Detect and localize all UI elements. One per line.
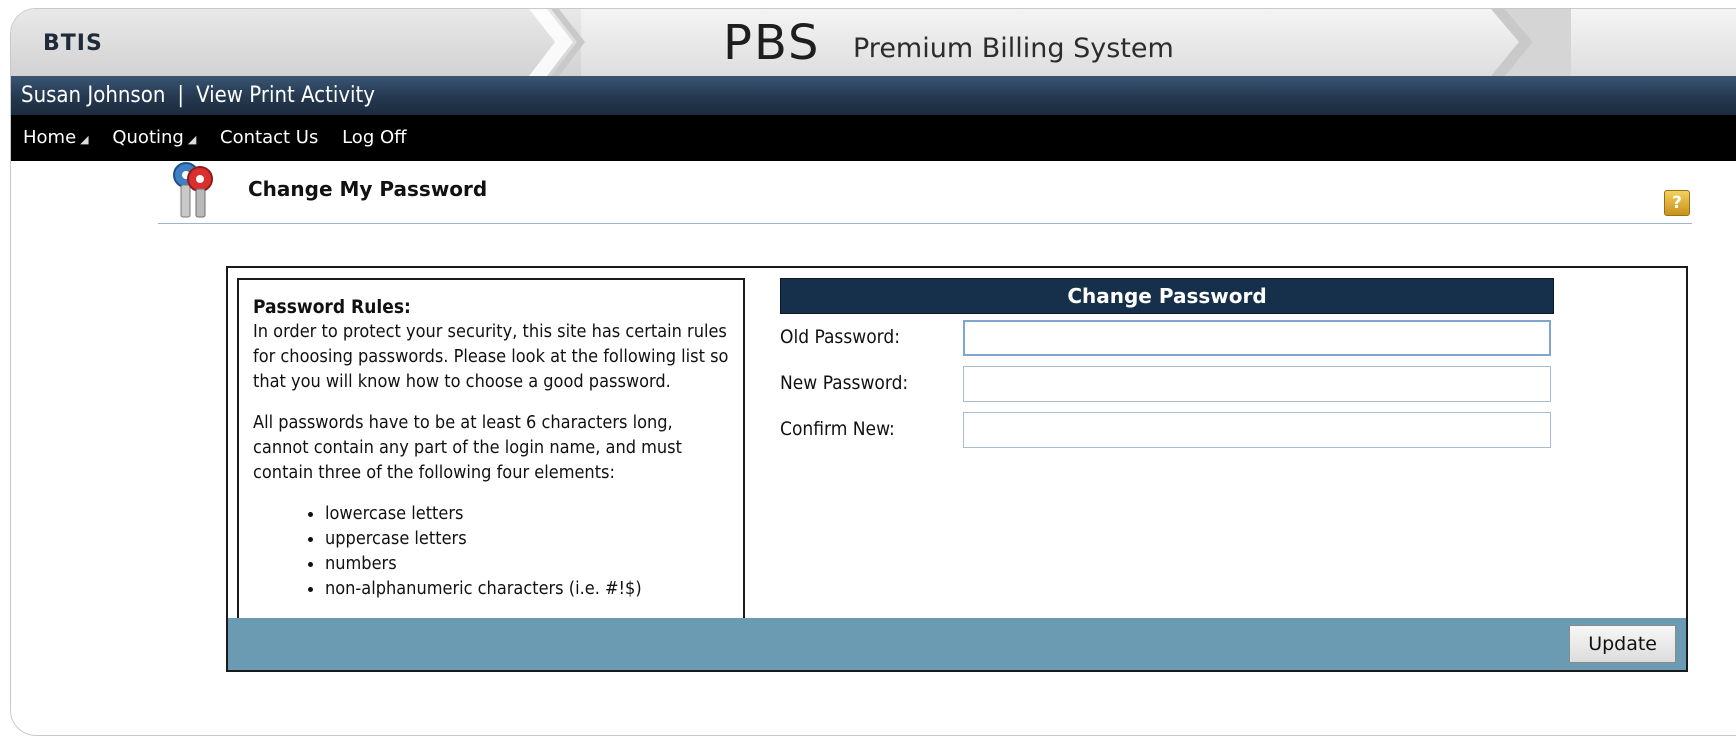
banner-chevron bbox=[529, 9, 585, 76]
old-password-input[interactable] bbox=[963, 320, 1551, 356]
list-item: uppercase letters bbox=[325, 526, 729, 551]
nav-home-label: Home bbox=[23, 127, 77, 148]
list-item: non-alphanumeric characters (i.e. #!$) bbox=[325, 576, 729, 601]
banner-chevron-right bbox=[1491, 9, 1571, 76]
caret-down-icon: ◢ bbox=[80, 133, 89, 146]
caret-down-icon: ◢ bbox=[187, 133, 197, 146]
update-button[interactable]: Update bbox=[1569, 625, 1676, 663]
top-banner: BTIS PBS Premium Billing System bbox=[11, 9, 1736, 76]
user-name-link[interactable]: Susan Johnson bbox=[21, 83, 165, 108]
list-item: numbers bbox=[325, 551, 729, 576]
rules-intro: In order to protect your security, this … bbox=[253, 321, 729, 392]
help-icon[interactable]: ? bbox=[1664, 190, 1690, 216]
user-bar: Susan Johnson | View Print Activity bbox=[11, 76, 1736, 115]
view-print-activity-link[interactable]: View Print Activity bbox=[196, 83, 375, 108]
confirm-password-input[interactable] bbox=[963, 412, 1551, 448]
separator: | bbox=[177, 83, 185, 108]
brand-name: BTIS bbox=[43, 31, 103, 56]
rules-heading: Password Rules: bbox=[253, 296, 411, 318]
rules-requirements: All passwords have to be at least 6 char… bbox=[253, 412, 682, 483]
old-password-row: Old Password: bbox=[780, 314, 1682, 360]
keys-icon bbox=[173, 162, 213, 218]
rules-list: lowercase letters uppercase letters numb… bbox=[253, 501, 729, 601]
change-password-form: Change Password Old Password: New Passwo… bbox=[780, 278, 1682, 452]
confirm-password-row: Confirm New: bbox=[780, 406, 1682, 452]
confirm-password-label: Confirm New: bbox=[780, 418, 895, 440]
page-title: Change My Password bbox=[248, 177, 488, 201]
new-password-label: New Password: bbox=[780, 372, 909, 394]
change-password-panel: Password Rules: In order to protect your… bbox=[226, 266, 1688, 672]
pbs-logo: PBS bbox=[723, 15, 821, 71]
form-footer: Update bbox=[228, 618, 1686, 670]
new-password-input[interactable] bbox=[963, 366, 1551, 402]
password-rules-box: Password Rules: In order to protect your… bbox=[237, 278, 745, 626]
list-item: lowercase letters bbox=[325, 501, 729, 526]
new-password-row: New Password: bbox=[780, 360, 1682, 406]
nav-quoting-label: Quoting bbox=[112, 127, 184, 148]
form-title: Change Password bbox=[780, 278, 1554, 314]
page-header: Change My Password bbox=[158, 155, 1692, 224]
nav-home[interactable]: Home ◢ bbox=[23, 115, 89, 163]
old-password-label: Old Password: bbox=[780, 326, 900, 348]
system-name: Premium Billing System bbox=[853, 33, 1174, 64]
